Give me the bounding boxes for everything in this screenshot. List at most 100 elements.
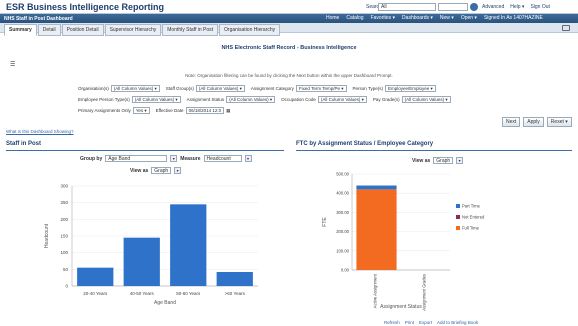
prompt-buttons: Next Apply Reset ▾ (502, 117, 572, 127)
prompt-label: Pay Grade(s) (372, 97, 400, 102)
chevron-down-icon[interactable]: ▾ (456, 157, 464, 164)
tab-summary[interactable]: Summary (4, 24, 37, 36)
tab-supervisor-hierarchy[interactable]: Supervisor Hierarchy (104, 24, 162, 36)
report-links: Refresh Print Export Add to Briefing Boo… (384, 320, 478, 325)
y-tick-label: 150 (60, 234, 68, 239)
measure-label: Measure (180, 155, 201, 162)
nav-new[interactable]: New ▾ (440, 15, 454, 21)
x-tick-label: 20-40 Years (83, 291, 108, 296)
assignment-category-select[interactable]: Fixed Term Temp/Pe (295, 85, 347, 92)
filter-icon[interactable]: ☰ (10, 61, 15, 68)
y-tick-label: 100 (60, 250, 68, 255)
y-tick-label: 200 (60, 217, 68, 222)
bar (216, 272, 253, 286)
apply-button[interactable]: Apply (523, 117, 544, 127)
export-link[interactable]: Export (419, 320, 432, 325)
prompt-label: Staff Group(s) (165, 86, 194, 91)
legend-swatch (456, 226, 460, 230)
group-by-label: Group by (80, 155, 103, 162)
prompt-label: Effective Date (155, 108, 184, 113)
tab-position-detail[interactable]: Position Detail (61, 24, 104, 36)
y-axis-label: FTE (322, 217, 328, 227)
prompt-assignment-category: Assignment Category Fixed Term Temp/Pe (251, 85, 347, 92)
nav-dashboards[interactable]: Dashboards ▾ (402, 15, 433, 21)
y-axis-label: Headcount (44, 223, 50, 248)
view-as-select[interactable]: Graph (151, 167, 172, 174)
nav-favorites[interactable]: Favorites ▾ (371, 15, 395, 21)
nav-catalog[interactable]: Catalog (346, 15, 363, 21)
prompt-staff-group: Staff Group(s) (All Column Values) (166, 85, 245, 92)
print-link[interactable]: Print (405, 320, 414, 325)
x-tick-label: 40-50 Years (130, 291, 155, 296)
section-divider (6, 150, 284, 151)
section-divider (296, 150, 572, 151)
top-links: Advanced Help ▾ Sign Out (482, 4, 550, 10)
page-options-icon[interactable] (562, 25, 570, 31)
person-type-select[interactable]: Employee/Employee (384, 85, 436, 92)
x-axis-label: Assignment Status (380, 304, 422, 310)
view-as-label: View as (412, 157, 431, 164)
dashboard-tabs: Summary Detail Position Detail Superviso… (4, 24, 281, 36)
primary-assignments-select[interactable]: Yes (132, 107, 150, 114)
prompt-label: Organisation(s) (78, 86, 109, 91)
organisation-select[interactable]: (All Column Values) (110, 85, 160, 92)
briefing-book-link[interactable]: Add to Briefing Book (437, 320, 478, 325)
page-heading: NHS Electronic Staff Record - Business I… (221, 45, 357, 51)
assignment-status-select[interactable]: (All Column Values) (226, 96, 276, 103)
search-go-icon[interactable] (470, 3, 478, 11)
top-bar: ESR Business Intelligence Reporting Sear… (0, 0, 578, 14)
legend-label: Not Entered (462, 215, 485, 220)
signed-in-user[interactable]: Signed In As 1407HAZINE (484, 15, 543, 21)
pay-grade-select[interactable]: (All Column Values) (401, 96, 451, 103)
prompt-label: Employee Person Type(s) (78, 97, 130, 102)
bar (123, 237, 160, 286)
nav-home[interactable]: Home (326, 15, 339, 21)
prompt-pay-grade: Pay Grade(s) (All Column Values) (373, 96, 451, 103)
prompt-label: Person Type(s) (352, 86, 383, 91)
view-as-controls: View as Graph ▾ (130, 167, 182, 174)
sign-out-link[interactable]: Sign Out (530, 4, 549, 10)
chevron-down-icon[interactable]: ▾ (170, 155, 178, 162)
occupation-code-select[interactable]: (All Column Values) (317, 96, 367, 103)
x-tick-label: Assignment Grades (422, 274, 427, 311)
reset-button[interactable]: Reset ▾ (546, 117, 572, 127)
employee-person-type-select[interactable]: (All Column Values) (131, 96, 181, 103)
prompt-label: Assignment Status (186, 97, 225, 102)
legend-swatch (456, 204, 460, 208)
ftc-by-assignment-status-chart[interactable]: 0.00 100.00 200.00 300.00 400.00 500.00 Active… (320, 168, 490, 314)
group-by-select[interactable]: Age Band (105, 155, 168, 162)
staff-group-select[interactable]: (All Column Values) (195, 85, 245, 92)
y-tick-label: 400.00 (336, 191, 349, 196)
tab-monthly-staff-in-post[interactable]: Monthly Staff in Post (162, 24, 219, 36)
prompt-label: Assignment Category (250, 86, 294, 91)
search-scope-select[interactable]: All (378, 3, 436, 11)
view-as-label: View as (130, 167, 149, 174)
y-tick-label: 0.00 (341, 268, 350, 273)
nav-open[interactable]: Open ▾ (461, 15, 477, 21)
next-button[interactable]: Next (502, 117, 521, 127)
staff-in-post-heading: Staff in Post (6, 141, 42, 147)
effective-date-input[interactable]: 06/18/2014 12:0 (185, 107, 225, 114)
ftc-view-as-controls: View as Graph ▾ (412, 157, 464, 164)
legend-label: Full Time (462, 226, 480, 231)
legend-swatch (456, 215, 460, 219)
x-tick-label: >60 Years (225, 291, 246, 296)
headcount-by-age-band-chart[interactable]: 0 50 100 150 200 250 300 20-40 Years 40-50 Years… (40, 180, 270, 320)
tab-organisation-hierarchy[interactable]: Organisation Hierarchy (219, 24, 281, 36)
help-link[interactable]: What is this Dashboard Showing? (6, 129, 74, 134)
bar (170, 204, 207, 286)
dashboard-title: NHS Staff in Post Dashboard (4, 16, 73, 22)
refresh-link[interactable]: Refresh (384, 320, 400, 325)
calendar-icon[interactable]: ▦ (226, 108, 230, 114)
search-input[interactable] (438, 3, 468, 11)
prompt-effective-date: Effective Date 06/18/2014 12:0 ▦ (155, 107, 230, 114)
chevron-down-icon[interactable]: ▾ (244, 155, 252, 162)
y-tick-label: 300.00 (336, 210, 349, 215)
y-tick-label: 500.00 (336, 172, 349, 177)
measure-select[interactable]: Headcount (203, 155, 242, 162)
advanced-link[interactable]: Advanced (482, 4, 504, 10)
chevron-down-icon[interactable]: ▾ (174, 167, 182, 174)
ftc-view-as-select[interactable]: Graph (433, 157, 454, 164)
tab-detail[interactable]: Detail (37, 24, 61, 36)
help-menu[interactable]: Help ▾ (510, 4, 524, 10)
